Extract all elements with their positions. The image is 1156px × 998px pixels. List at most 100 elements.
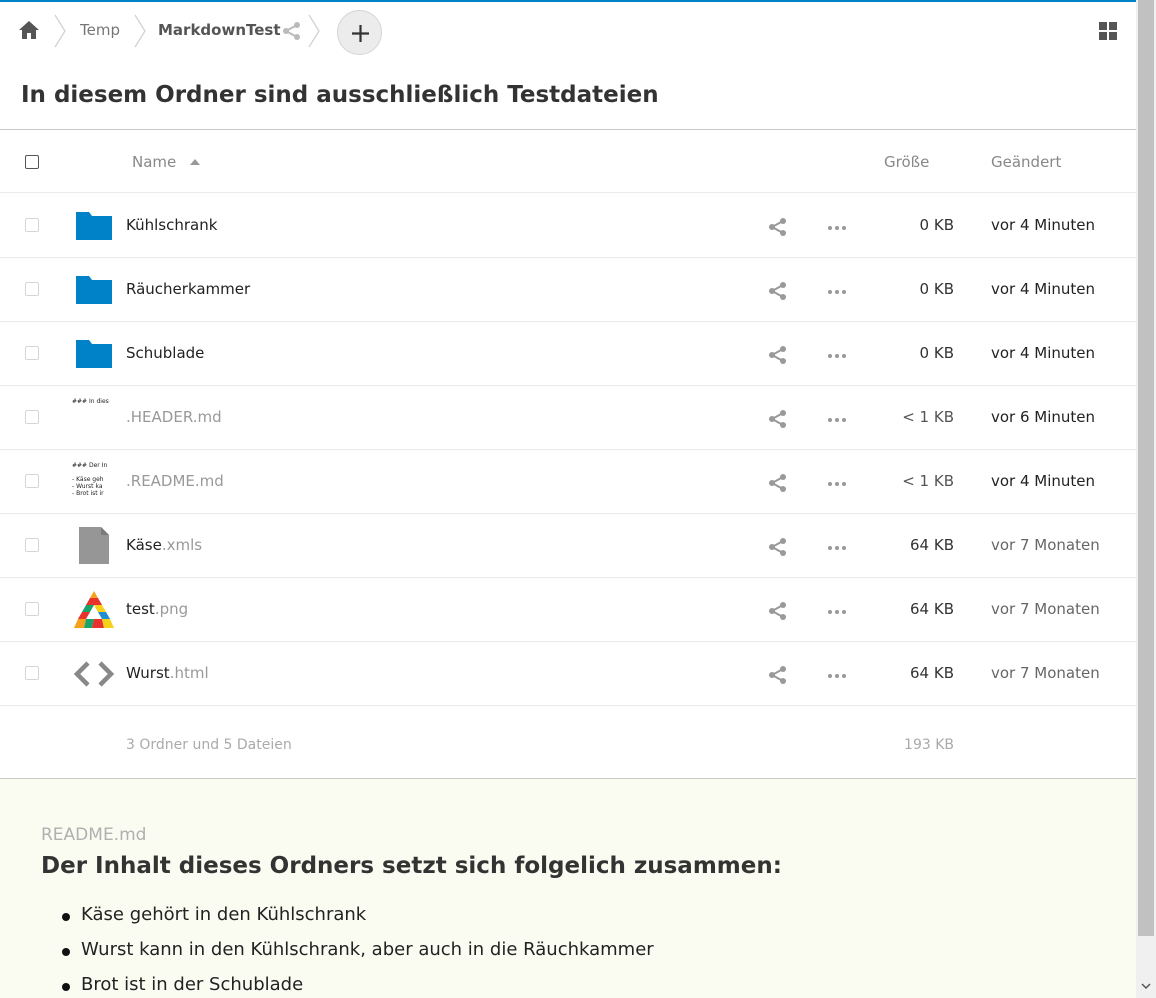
- readme-list: Käse gehört in den Kühlschrank Wurst kan…: [61, 904, 654, 998]
- row-checkbox[interactable]: [25, 218, 39, 232]
- new-button[interactable]: [337, 10, 382, 55]
- share-icon[interactable]: [282, 21, 302, 41]
- markdown-preview-thumbnail: ### Der In - Käse geh - Wurst ka - Brot …: [72, 462, 116, 502]
- file-row[interactable]: Wurst.html 64 KB vor 7 Monaten: [0, 642, 1136, 706]
- share-icon[interactable]: [768, 281, 788, 301]
- file-modified: vor 6 Minuten: [991, 408, 1096, 426]
- readme-heading: Der Inhalt dieses Ordners setzt sich fol…: [41, 853, 782, 879]
- file-row[interactable]: ### Der In - Käse geh - Wurst ka - Brot …: [0, 450, 1136, 514]
- share-icon[interactable]: [768, 601, 788, 621]
- code-icon: [73, 661, 115, 687]
- folder-icon: [76, 340, 112, 368]
- file-name[interactable]: .HEADER.md: [126, 408, 222, 426]
- file-size: 0 KB: [919, 280, 954, 298]
- row-checkbox[interactable]: [25, 602, 39, 616]
- file-size: < 1 KB: [902, 472, 954, 490]
- file-row[interactable]: Käse.xmls 64 KB vor 7 Monaten: [0, 514, 1136, 578]
- image-thumbnail: [74, 591, 114, 628]
- preview-line: - Käse geh: [72, 476, 104, 483]
- file-size: 64 KB: [910, 600, 954, 618]
- share-icon[interactable]: [768, 665, 788, 685]
- row-checkbox[interactable]: [25, 474, 39, 488]
- list-item: Brot ist in der Schublade: [61, 974, 654, 998]
- scrollbar-thumb[interactable]: [1138, 0, 1154, 936]
- more-actions-icon[interactable]: [827, 217, 847, 237]
- preview-line: - Wurst ka: [72, 483, 103, 490]
- more-actions-icon[interactable]: [827, 601, 847, 621]
- file-size: 64 KB: [910, 536, 954, 554]
- more-actions-icon[interactable]: [827, 537, 847, 557]
- folder-header-title: In diesem Ordner sind ausschließlich Tes…: [21, 82, 659, 108]
- more-actions-icon[interactable]: [827, 473, 847, 493]
- more-actions-icon[interactable]: [827, 345, 847, 365]
- more-actions-icon[interactable]: [827, 281, 847, 301]
- column-header-size[interactable]: Größe: [884, 153, 929, 171]
- breadcrumb-separator-icon: [54, 14, 66, 48]
- file-row[interactable]: Kühlschrank 0 KB vor 4 Minuten: [0, 194, 1136, 258]
- file-list: Kühlschrank 0 KB vor 4 Minuten Räucherka…: [0, 194, 1136, 706]
- file-modified: vor 4 Minuten: [991, 216, 1096, 234]
- file-name[interactable]: Räucherkammer: [126, 280, 250, 298]
- file-row[interactable]: test.png 64 KB vor 7 Monaten: [0, 578, 1136, 642]
- list-item: Wurst kann in den Kühlschrank, aber auch…: [61, 939, 654, 974]
- more-actions-icon[interactable]: [827, 665, 847, 685]
- summary-count: 3 Ordner und 5 Dateien: [126, 737, 292, 753]
- column-header-modified[interactable]: Geändert: [991, 153, 1061, 171]
- file-size: 0 KB: [919, 216, 954, 234]
- readme-filename: README.md: [41, 825, 147, 845]
- row-checkbox[interactable]: [25, 538, 39, 552]
- file-modified: vor 7 Monaten: [991, 536, 1100, 554]
- file-row[interactable]: Räucherkammer 0 KB vor 4 Minuten: [0, 258, 1136, 322]
- row-checkbox[interactable]: [25, 666, 39, 680]
- breadcrumb-item-temp[interactable]: Temp: [80, 20, 120, 40]
- file-name[interactable]: .README.md: [126, 472, 224, 490]
- file-row[interactable]: Schublade 0 KB vor 4 Minuten: [0, 322, 1136, 386]
- folder-icon: [76, 276, 112, 304]
- select-all-checkbox[interactable]: [25, 155, 39, 169]
- preview-line: [72, 469, 116, 476]
- preview-line: ### In dies: [72, 398, 109, 405]
- more-actions-icon[interactable]: [827, 409, 847, 429]
- preview-line: ### Der In: [72, 462, 108, 469]
- readme-panel: README.md Der Inhalt dieses Ordners setz…: [0, 778, 1136, 998]
- file-row[interactable]: ### In dies .HEADER.md < 1 KB vor 6 Minu…: [0, 386, 1136, 450]
- plus-icon: [352, 25, 369, 42]
- vertical-scrollbar[interactable]: [1136, 0, 1156, 998]
- file-size: 0 KB: [919, 344, 954, 362]
- grid-view-icon[interactable]: [1098, 21, 1118, 41]
- share-icon[interactable]: [768, 409, 788, 429]
- file-name[interactable]: Kühlschrank: [126, 216, 217, 234]
- row-checkbox[interactable]: [25, 346, 39, 360]
- row-checkbox[interactable]: [25, 410, 39, 424]
- file-modified: vor 4 Minuten: [991, 280, 1096, 298]
- breadcrumb-item-markdowntest[interactable]: MarkdownTest: [158, 20, 281, 40]
- home-icon[interactable]: [18, 20, 40, 40]
- column-header-name[interactable]: Name: [132, 153, 176, 171]
- chevron-down-icon[interactable]: [1136, 976, 1156, 996]
- file-size: < 1 KB: [902, 408, 954, 426]
- file-name[interactable]: Schublade: [126, 344, 204, 362]
- file-icon: [79, 527, 109, 564]
- share-icon[interactable]: [768, 473, 788, 493]
- breadcrumb-separator-icon: [134, 14, 146, 48]
- summary-size: 193 KB: [904, 737, 954, 753]
- share-icon[interactable]: [768, 345, 788, 365]
- file-modified: vor 4 Minuten: [991, 344, 1096, 362]
- file-modified: vor 7 Monaten: [991, 664, 1100, 682]
- file-name[interactable]: Wurst.html: [126, 664, 209, 682]
- preview-line: - Brot ist ir: [72, 490, 104, 497]
- file-name[interactable]: test.png: [126, 600, 188, 618]
- file-name[interactable]: Käse.xmls: [126, 536, 202, 554]
- file-list-summary: 3 Ordner und 5 Dateien 193 KB: [0, 707, 1136, 778]
- list-item: Käse gehört in den Kühlschrank: [61, 904, 654, 939]
- markdown-preview-thumbnail: ### In dies: [72, 398, 116, 438]
- folder-icon: [76, 212, 112, 240]
- share-icon[interactable]: [768, 537, 788, 557]
- file-size: 64 KB: [910, 664, 954, 682]
- sort-ascending-icon: [190, 159, 200, 165]
- breadcrumb: Temp MarkdownTest: [0, 2, 1136, 60]
- files-app: Temp MarkdownTest In diesem Ordner sind …: [0, 0, 1136, 998]
- row-checkbox[interactable]: [25, 282, 39, 296]
- file-modified: vor 4 Minuten: [991, 472, 1096, 490]
- share-icon[interactable]: [768, 217, 788, 237]
